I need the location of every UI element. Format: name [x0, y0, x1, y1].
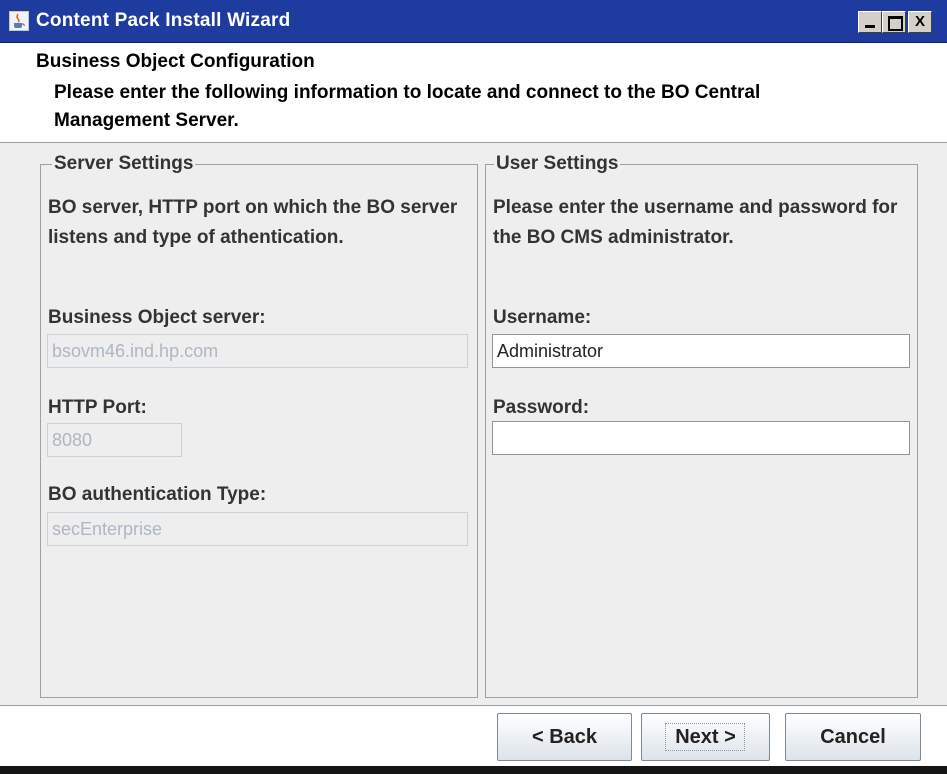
password-field[interactable] — [492, 421, 910, 455]
password-label: Password: — [493, 397, 590, 418]
server-settings-legend: Server Settings — [52, 153, 196, 175]
server-settings-description: BO server, HTTP port on which the BO ser… — [48, 197, 458, 248]
server-label: Business Object server: — [48, 307, 266, 328]
username-label: Username: — [493, 307, 592, 328]
next-button-label: Next > — [675, 726, 736, 748]
port-label: HTTP Port: — [48, 397, 147, 418]
cancel-button[interactable]: Cancel — [785, 713, 921, 761]
page-title: Business Object Configuration — [36, 51, 315, 72]
footer-divider — [0, 705, 947, 707]
close-glyph: X — [914, 13, 925, 30]
cancel-button-label: Cancel — [820, 726, 886, 748]
port-field[interactable]: 8080 — [47, 423, 182, 457]
server-field[interactable]: bsovm46.ind.hp.com — [47, 334, 468, 368]
window-title: Content Pack Install Wizard — [36, 10, 291, 31]
auth-type-label: BO authentication Type: — [48, 484, 267, 505]
username-field[interactable]: Administrator — [492, 334, 910, 368]
bottom-edge — [0, 766, 947, 774]
page-description: Please enter the following information t… — [54, 82, 761, 131]
close-icon[interactable]: X — [908, 11, 932, 33]
user-settings-legend: User Settings — [494, 153, 621, 175]
java-cup-icon — [9, 11, 29, 31]
auth-type-field[interactable]: secEnterprise — [47, 512, 468, 546]
next-button[interactable]: Next > — [641, 713, 770, 761]
back-button[interactable]: < Back — [497, 713, 632, 761]
maximize-icon[interactable] — [882, 11, 906, 33]
minimize-icon[interactable] — [858, 11, 882, 33]
user-settings-description: Please enter the username and password f… — [493, 197, 898, 248]
back-button-label: < Back — [531, 726, 598, 748]
